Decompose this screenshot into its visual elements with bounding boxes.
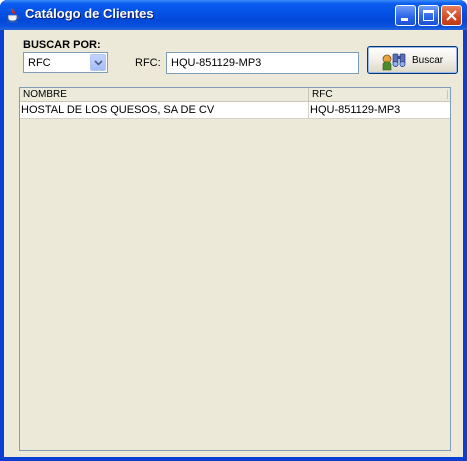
minimize-button[interactable] [395, 5, 416, 26]
minimize-icon [401, 18, 408, 21]
maximize-button[interactable] [418, 5, 439, 26]
window-content: BUSCAR POR: RFC RFC: Buscar NOMBRE [4, 30, 463, 457]
binoculars-icon [382, 53, 406, 71]
rfc-label: RFC: [135, 57, 161, 69]
search-button[interactable]: Buscar [367, 46, 458, 74]
java-cup-icon [7, 7, 20, 23]
table-row[interactable]: HOSTAL DE LOS QUESOS, SA DE CV HQU-85112… [20, 102, 450, 119]
client-catalog-window: Catálogo de Clientes BUSCAR POR: RFC RFC… [0, 0, 467, 461]
search-by-value: RFC [28, 57, 51, 69]
column-resize-handle[interactable] [447, 90, 448, 99]
column-header-rfc[interactable]: RFC [309, 88, 450, 101]
title-bar[interactable]: Catálogo de Clientes [0, 0, 467, 30]
results-table[interactable]: NOMBRE RFC HOSTAL DE LOS QUESOS, SA DE C… [19, 87, 451, 451]
column-header-nombre[interactable]: NOMBRE [20, 88, 309, 101]
cell-rfc: HQU-851129-MP3 [310, 104, 401, 116]
table-header: NOMBRE RFC [20, 88, 450, 102]
dropdown-arrow-button[interactable] [90, 54, 106, 71]
search-by-label: BUSCAR POR: [23, 39, 101, 51]
search-by-dropdown[interactable]: RFC [23, 52, 108, 73]
chevron-down-icon [94, 60, 103, 66]
close-button[interactable] [441, 5, 462, 26]
cell-nombre: HOSTAL DE LOS QUESOS, SA DE CV [20, 102, 309, 118]
close-icon [446, 10, 457, 21]
window-title: Catálogo de Clientes [25, 6, 154, 21]
search-button-label: Buscar [412, 55, 444, 66]
maximize-icon [423, 10, 434, 21]
rfc-input[interactable] [166, 52, 359, 74]
